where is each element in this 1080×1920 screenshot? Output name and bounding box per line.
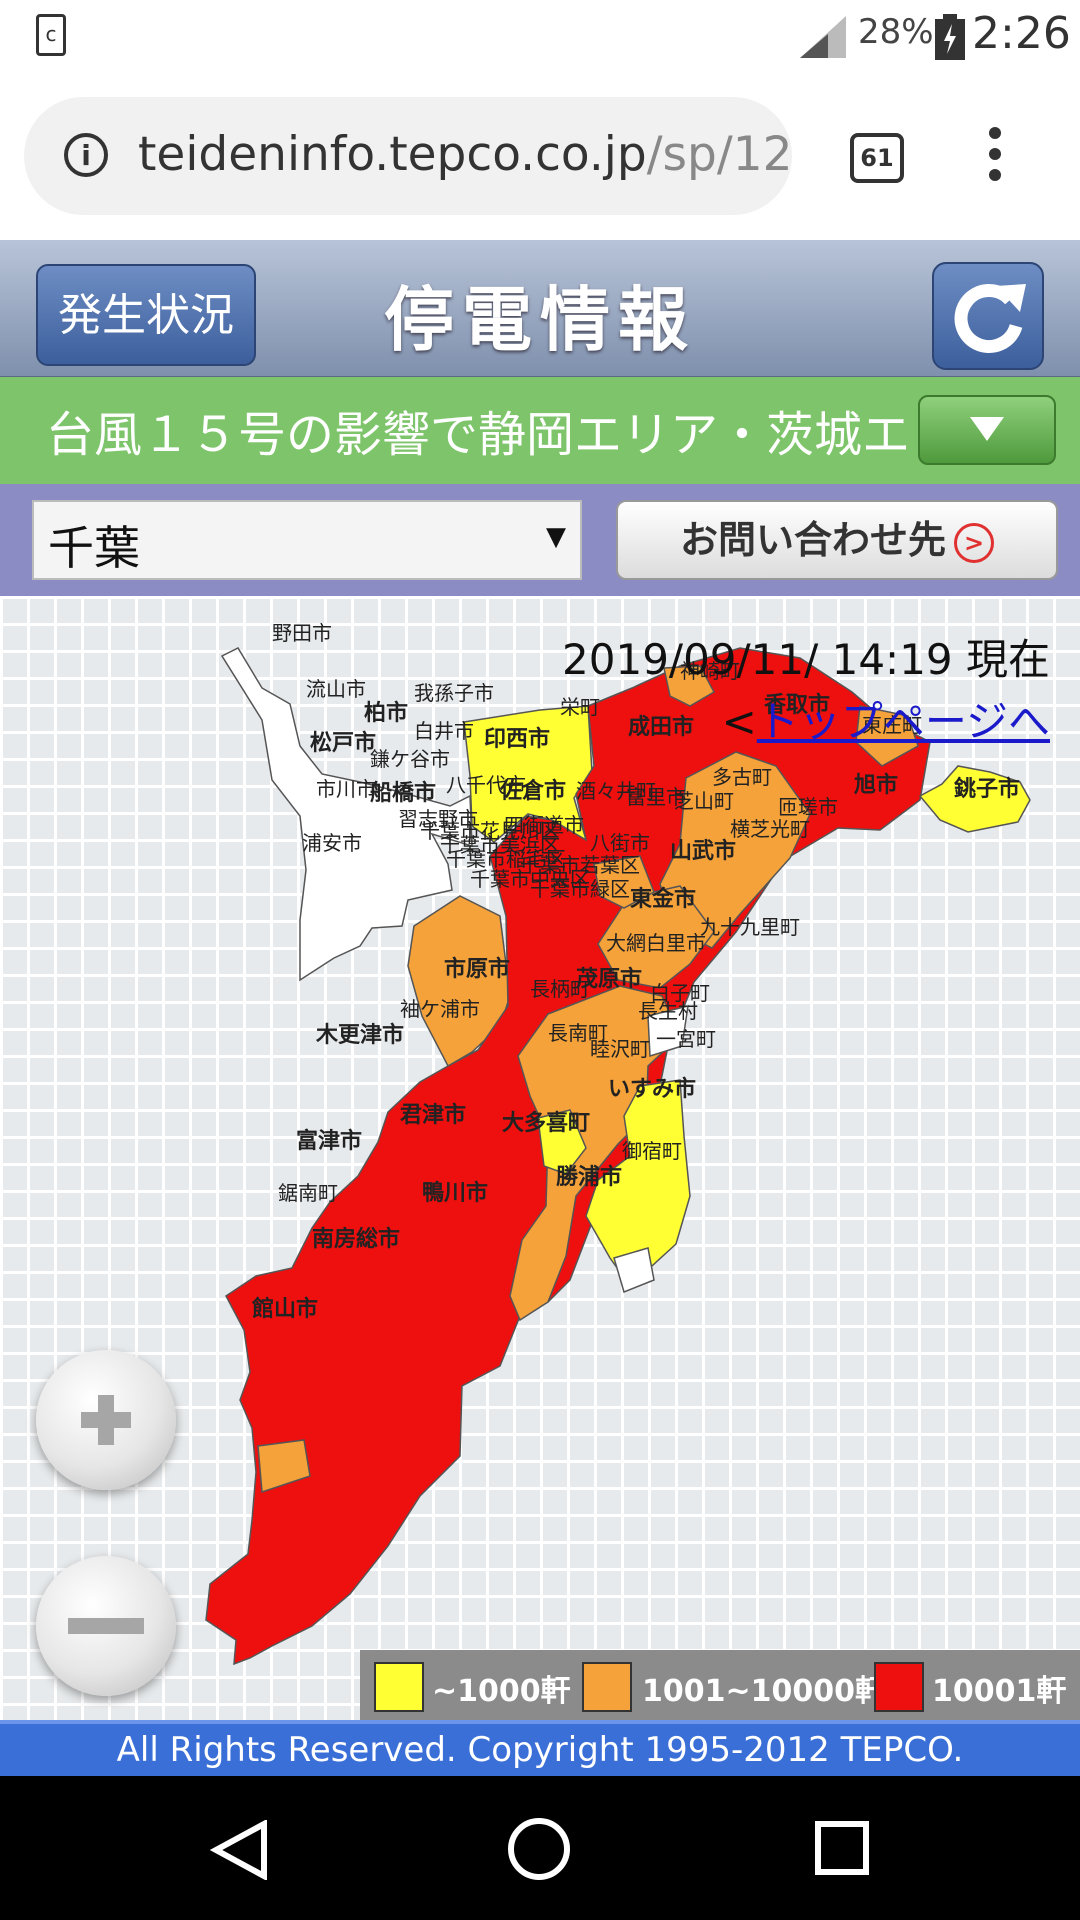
url-host: teideninfo.tepco.co.jp: [138, 127, 647, 182]
town-label: 東金市: [630, 886, 696, 912]
town-label: 館山市: [252, 1296, 318, 1322]
town-label: 長生村: [638, 999, 698, 1023]
contact-button[interactable]: お問い合わせ先 >: [616, 500, 1058, 580]
legend-label-mid: 1001~10000軒: [642, 1674, 886, 1709]
url-text[interactable]: teideninfo.tepco.co.jp/sp/120: [138, 127, 788, 187]
recents-icon[interactable]: [814, 1820, 870, 1876]
town-label: 山武市: [670, 838, 736, 864]
area-select-value: 千葉: [48, 521, 140, 575]
update-timestamp: 2019/09/11/ 14:19 現在: [562, 635, 1050, 684]
sync-icon: c: [36, 14, 66, 56]
battery-icon: [935, 14, 965, 60]
legend-label-high: 10001軒~: [932, 1674, 1067, 1720]
clock: 2:26: [972, 8, 1071, 59]
town-label: 富津市: [296, 1128, 362, 1154]
town-label: 流山市: [306, 677, 366, 701]
town-label: 栄町: [560, 695, 600, 719]
status-bar: c 28% 2:26: [0, 0, 1080, 75]
status-button[interactable]: 発生状況: [36, 264, 256, 366]
legend-swatch-low: [374, 1662, 424, 1712]
info-icon[interactable]: i: [64, 133, 108, 177]
link-prefix: <: [721, 697, 757, 746]
town-label: 白井市: [414, 719, 474, 743]
legend-swatch-mid: [582, 1662, 632, 1712]
signal-icon: [800, 16, 846, 58]
town-label: 長柄町: [530, 977, 590, 1001]
town-label: 木更津市: [315, 1022, 404, 1048]
town-label: 御宿町: [622, 1139, 682, 1163]
refresh-icon: [954, 284, 1026, 353]
town-label: 一宮町: [656, 1027, 716, 1051]
zoom-in-button[interactable]: [36, 1350, 176, 1490]
town-label: 市原市: [444, 956, 510, 982]
town-label: いすみ市: [608, 1076, 696, 1102]
arrow-circle-icon: >: [954, 522, 994, 563]
town-label: 我孫子市: [414, 681, 494, 705]
town-label: 鋸南町: [278, 1181, 338, 1205]
town-label: 匝瑳市: [778, 795, 838, 819]
back-icon[interactable]: [210, 1820, 270, 1880]
map-legend: ~1000軒 1001~10000軒 10001軒~: [360, 1650, 1080, 1720]
minus-icon: [68, 1618, 144, 1634]
town-label: 船橋市: [370, 780, 436, 806]
top-page-link-row: <トップページへ: [722, 688, 1050, 749]
town-label: 市川市: [316, 777, 376, 801]
top-page-link[interactable]: トップページへ: [757, 697, 1050, 746]
town-label: 銚子市: [954, 776, 1020, 802]
browser-toolbar: i teideninfo.tepco.co.jp/sp/120 61: [0, 75, 1080, 241]
area-select[interactable]: 千葉 ▼: [32, 500, 582, 580]
legend-swatch-high: [874, 1662, 924, 1712]
town-label: 大網白里市: [606, 931, 706, 955]
town-label: 睦沢町: [590, 1037, 650, 1061]
copyright-footer: All Rights Reserved. Copyright 1995-2012…: [0, 1720, 1080, 1778]
town-label: 成田市: [628, 714, 694, 740]
town-label: 横芝光町: [730, 817, 810, 841]
town-label: 松戸市: [310, 730, 376, 756]
town-label: 千葉市若葉区: [520, 853, 640, 877]
chiba-map: 野田市流山市 我孫子市柏市 栄町神崎町成田市香取市印西市白井市松戸市鎌ケ谷市東庄町多…: [205, 621, 1031, 1666]
url-path: /sp/120: [646, 127, 788, 182]
area-selector-row: 千葉 ▼ お問い合わせ先 >: [0, 484, 1080, 596]
android-nav-bar: [0, 1776, 1080, 1920]
notice-text: 台風１５号の影響で静岡エリア・茨城エ: [46, 407, 906, 463]
app-header: 発生状況 停電情報: [0, 240, 1080, 378]
town-label: 旭市: [853, 772, 898, 798]
town-label: 柏市: [364, 700, 408, 726]
town-label: 千葉市緑区: [530, 877, 630, 901]
home-icon[interactable]: [506, 1816, 572, 1882]
town-label: 九十九里町: [700, 915, 800, 939]
town-label: 芝山町: [674, 789, 734, 813]
town-label: 八街市: [590, 831, 650, 855]
town-label: 佐倉市: [499, 778, 566, 804]
town-label: 浦安市: [302, 831, 362, 855]
town-label: 印西市: [484, 726, 550, 752]
legend-label-low: ~1000軒: [432, 1674, 571, 1709]
plus-icon: [81, 1395, 131, 1445]
address-bar[interactable]: i teideninfo.tepco.co.jp/sp/120: [24, 97, 792, 215]
town-label: 袖ケ浦市: [400, 997, 480, 1021]
overflow-menu-icon[interactable]: [985, 127, 1005, 187]
notice-expand-button[interactable]: [918, 395, 1056, 465]
refresh-button[interactable]: [932, 262, 1044, 370]
town-label: 君津市: [400, 1102, 466, 1128]
battery-percent: 28%: [858, 12, 934, 52]
dropdown-arrow-icon: ▼: [546, 522, 566, 552]
town-label: 鎌ケ谷市: [370, 747, 450, 771]
outage-map[interactable]: 野田市 流山市 我孫子市 柏市 栄町 神崎町 成田市 香取市 印西市 白井市 松戸市 鎌ケ谷市 東庄町多…: [0, 596, 1080, 1720]
notice-banner: 台風１５号の影響で静岡エリア・茨城エ: [0, 377, 1080, 484]
town-label: 野田市: [272, 621, 332, 645]
town-label: 大多喜町: [502, 1110, 590, 1136]
zoom-out-button[interactable]: [36, 1556, 176, 1696]
page-title: 停電情報: [384, 279, 696, 361]
town-label: 南房総市: [312, 1226, 400, 1252]
chevron-down-icon: [970, 417, 1004, 441]
town-label: 鴨川市: [422, 1180, 488, 1206]
town-label: 多古町: [712, 765, 772, 789]
tab-count-button[interactable]: 61: [850, 133, 904, 183]
town-label: 勝浦市: [556, 1164, 622, 1190]
contact-button-label: お問い合わせ先: [679, 518, 946, 562]
